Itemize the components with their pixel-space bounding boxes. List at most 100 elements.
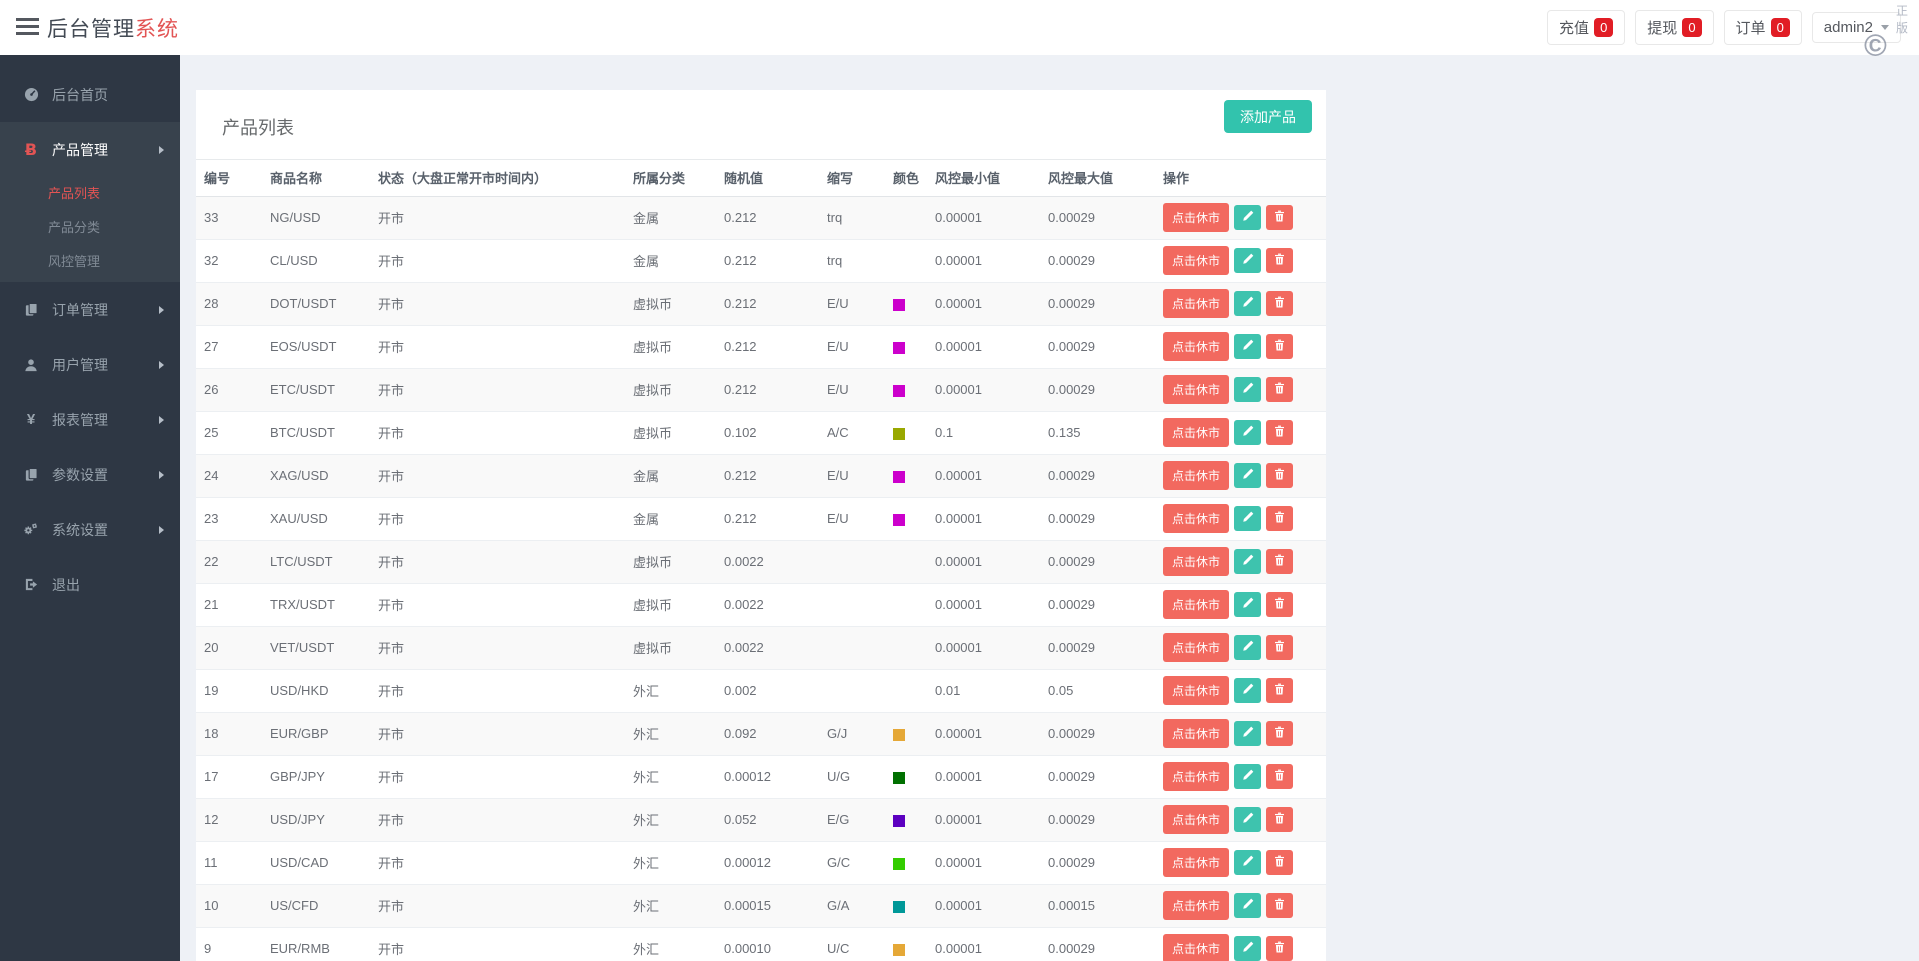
table-header-row: 编号 商品名称 状态（大盘正常开市时间内） 所属分类 随机值 缩写 颜色 风控最…	[196, 160, 1326, 197]
close-market-button[interactable]: 点击休市	[1163, 203, 1230, 232]
close-market-button[interactable]: 点击休市	[1163, 418, 1230, 447]
user-menu[interactable]: admin2	[1811, 12, 1901, 43]
delete-button[interactable]	[1266, 334, 1294, 359]
close-market-button[interactable]: 点击休市	[1163, 633, 1230, 662]
edit-button[interactable]	[1234, 850, 1262, 875]
close-market-button[interactable]: 点击休市	[1163, 891, 1230, 920]
row-random: 0.00015	[724, 898, 771, 913]
edit-button[interactable]	[1234, 420, 1262, 445]
close-market-button[interactable]: 点击休市	[1163, 762, 1230, 791]
edit-button[interactable]	[1234, 506, 1262, 531]
orders-nav-item[interactable]: 订单 0	[1723, 10, 1802, 45]
edit-button[interactable]	[1234, 463, 1262, 488]
edit-button[interactable]	[1234, 678, 1262, 703]
close-market-button[interactable]: 点击休市	[1163, 289, 1230, 318]
sidebar-item-report-management[interactable]: ¥ 报表管理	[0, 392, 180, 447]
edit-button[interactable]	[1234, 721, 1262, 746]
sidebar-item-user-management[interactable]: 用户管理	[0, 337, 180, 392]
close-market-button[interactable]: 点击休市	[1163, 461, 1230, 490]
close-market-button[interactable]: 点击休市	[1163, 676, 1230, 705]
sidebar-item-order-management[interactable]: 订单管理	[0, 282, 180, 337]
add-product-button[interactable]: 添加产品	[1224, 100, 1312, 133]
edit-button[interactable]	[1234, 549, 1262, 574]
row-id: 20	[204, 640, 219, 655]
sidebar-item-logout[interactable]: 退出	[0, 557, 180, 612]
edit-button[interactable]	[1234, 291, 1262, 316]
delete-button[interactable]	[1266, 549, 1294, 574]
hamburger-menu-icon[interactable]	[16, 18, 39, 36]
table-row: 33 NG/USD 开市 金属 0.212 trq 0.00001 0.00029 点击休市	[196, 196, 1326, 239]
delete-button[interactable]	[1266, 850, 1294, 875]
row-risk-max: 0.00029	[1048, 640, 1095, 655]
app-title-main: 后台管理	[47, 18, 135, 41]
delete-button[interactable]	[1266, 205, 1294, 230]
delete-button[interactable]	[1266, 893, 1294, 918]
row-category: 金属	[633, 211, 660, 226]
close-market-button[interactable]: 点击休市	[1163, 504, 1230, 533]
close-market-button[interactable]: 点击休市	[1163, 375, 1230, 404]
close-market-button[interactable]: 点击休市	[1163, 934, 1230, 961]
delete-button[interactable]	[1266, 420, 1294, 445]
row-color	[885, 884, 927, 927]
delete-button[interactable]	[1266, 463, 1294, 488]
withdraw-nav-item[interactable]: 提现 0	[1635, 10, 1714, 45]
delete-button[interactable]	[1266, 377, 1294, 402]
edit-button[interactable]	[1234, 893, 1262, 918]
row-name: USD/HKD	[270, 683, 329, 698]
recharge-label: 充值	[1559, 20, 1590, 37]
edit-button[interactable]	[1234, 936, 1262, 961]
sidebar-item-home[interactable]: 后台首页	[0, 67, 180, 122]
delete-button[interactable]	[1266, 635, 1294, 660]
table-row: 27 EOS/USDT 开市 虚拟币 0.212 E/U 0.00001 0.00029 点击休…	[196, 325, 1326, 368]
edit-button[interactable]	[1234, 377, 1262, 402]
edit-button[interactable]	[1234, 334, 1262, 359]
delete-button[interactable]	[1266, 678, 1294, 703]
sidebar-item-product-list[interactable]: 产品列表	[0, 177, 180, 211]
close-market-button[interactable]: 点击休市	[1163, 547, 1230, 576]
delete-button[interactable]	[1266, 248, 1294, 273]
row-status: 开市	[378, 254, 405, 269]
row-random: 0.0022	[724, 597, 764, 612]
close-market-button[interactable]: 点击休市	[1163, 246, 1230, 275]
delete-button[interactable]	[1266, 807, 1294, 832]
close-market-button[interactable]: 点击休市	[1163, 332, 1230, 361]
trash-icon	[1274, 640, 1285, 655]
edit-button[interactable]	[1234, 635, 1262, 660]
delete-button[interactable]	[1266, 721, 1294, 746]
row-color	[885, 239, 927, 282]
color-swatch	[893, 814, 905, 827]
row-random: 0.0022	[724, 554, 764, 569]
edit-button[interactable]	[1234, 807, 1262, 832]
delete-button[interactable]	[1266, 936, 1294, 961]
edit-button[interactable]	[1234, 764, 1262, 789]
delete-button[interactable]	[1266, 291, 1294, 316]
delete-button[interactable]	[1266, 592, 1294, 617]
row-risk-min: 0.00001	[935, 726, 982, 741]
delete-button[interactable]	[1266, 506, 1294, 531]
row-actions: 点击休市	[1155, 411, 1326, 454]
row-risk-max: 0.00029	[1048, 468, 1095, 483]
edit-button[interactable]	[1234, 248, 1262, 273]
edit-button[interactable]	[1234, 205, 1262, 230]
row-color	[885, 755, 927, 798]
sidebar-item-system-settings[interactable]: 系统设置	[0, 502, 180, 557]
close-market-button[interactable]: 点击休市	[1163, 719, 1230, 748]
sidebar-item-product-category[interactable]: 产品分类	[0, 211, 180, 245]
row-abbr: E/U	[827, 296, 849, 311]
close-market-button[interactable]: 点击休市	[1163, 590, 1230, 619]
sidebar-item-product-management[interactable]: Ƀ 产品管理	[0, 122, 180, 177]
sidebar-item-risk-management[interactable]: 风控管理	[0, 245, 180, 279]
color-swatch	[893, 900, 905, 913]
edit-button[interactable]	[1234, 592, 1262, 617]
row-category: 外汇	[633, 899, 660, 914]
row-color	[885, 669, 927, 712]
row-status: 开市	[378, 684, 405, 699]
close-market-button[interactable]: 点击休市	[1163, 805, 1230, 834]
close-market-button[interactable]: 点击休市	[1163, 848, 1230, 877]
delete-button[interactable]	[1266, 764, 1294, 789]
row-name: VET/USDT	[270, 640, 335, 655]
sidebar-item-parameter-settings[interactable]: 参数设置	[0, 447, 180, 502]
dashboard-icon	[22, 87, 40, 102]
row-random: 0.212	[724, 382, 757, 397]
recharge-nav-item[interactable]: 充值 0	[1547, 10, 1626, 45]
